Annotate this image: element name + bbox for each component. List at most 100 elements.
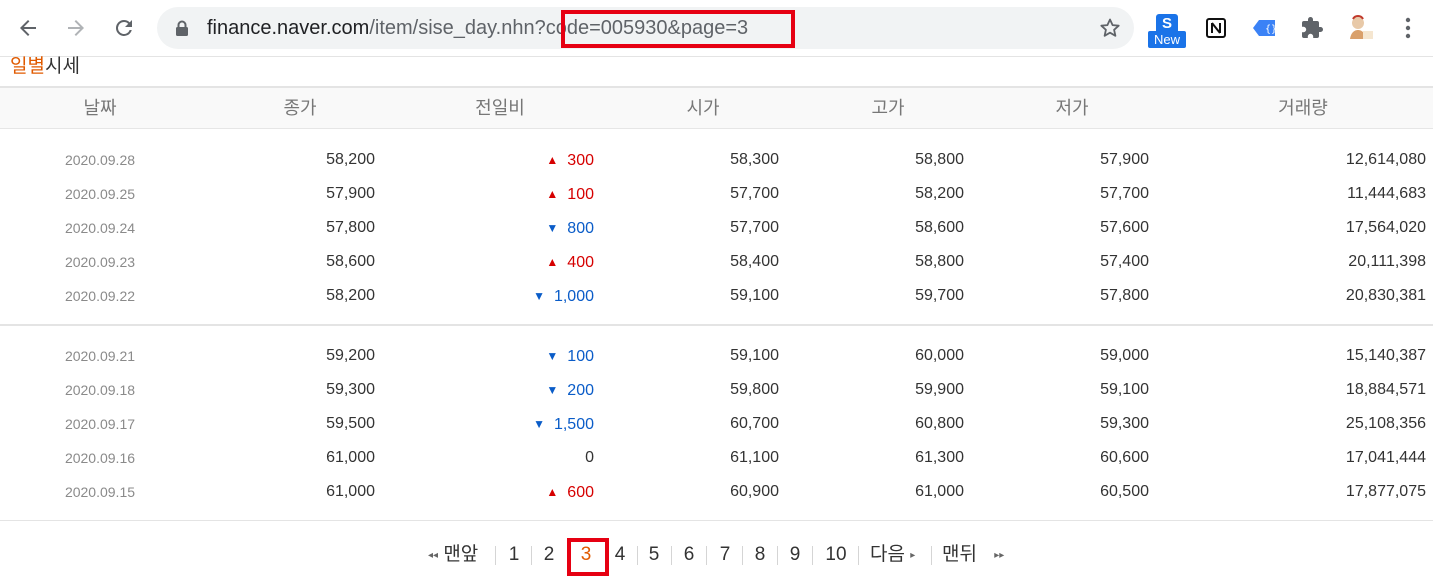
cell-open: 61,100 (730, 449, 779, 466)
cell-change: 0 (585, 441, 594, 475)
page-link-2[interactable]: 2 (538, 538, 560, 572)
row-group-divider (0, 324, 1433, 326)
cell-change: ▼ 100 (546, 339, 594, 374)
reload-button[interactable] (104, 8, 144, 48)
extension-new-badge: New (1148, 31, 1186, 48)
url-path: /item/sise_day.nhn? (369, 17, 546, 39)
cell-change-value: 600 (567, 484, 594, 501)
page-link-7[interactable]: 7 (714, 538, 736, 572)
cell-volume: 11,444,683 (1347, 185, 1426, 202)
cell-change: ▲ 600 (546, 475, 594, 510)
cell-open: 57,700 (730, 219, 779, 236)
cell-volume: 20,111,398 (1348, 253, 1426, 270)
table-row: 2020.09.15 61,000 ▲ 600 60,900 61,000 60,500 17… (0, 475, 1433, 509)
pagination-first-link[interactable]: ◂◂ 맨앞 (428, 538, 478, 572)
cell-volume: 15,140,387 (1345, 347, 1426, 364)
url-query-highlight-box (561, 10, 795, 48)
cell-open: 59,100 (730, 287, 779, 304)
pagination-last-link[interactable]: 맨뒤 ▸▸ (942, 538, 1004, 572)
cell-open: 58,300 (730, 151, 779, 168)
lock-icon (175, 20, 189, 41)
cell-change-value: 800 (567, 220, 594, 237)
cell-date: 2020.09.17 (64, 416, 136, 432)
cell-low: 59,000 (1100, 347, 1149, 364)
cell-change: ▼ 200 (546, 373, 594, 408)
header-open: 시가 (686, 98, 720, 118)
current-page-highlight-box (567, 538, 609, 576)
cell-change: ▼ 800 (546, 211, 594, 246)
bookmark-star-button[interactable] (1098, 16, 1122, 45)
table-bottom-divider (0, 520, 1433, 521)
page-link-4[interactable]: 4 (609, 538, 631, 572)
pagination-separator (706, 546, 707, 565)
extensions-button[interactable] (1296, 12, 1328, 44)
cell-date: 2020.09.23 (64, 254, 136, 270)
pagination-last-label: 맨뒤 (942, 544, 977, 565)
cell-high: 59,700 (915, 287, 964, 304)
forward-button[interactable] (56, 8, 96, 48)
up-triangle-icon: ▲ (546, 187, 559, 201)
back-button[interactable] (8, 8, 48, 48)
notion-extension-button[interactable] (1200, 12, 1232, 44)
cell-open: 58,400 (730, 253, 779, 270)
double-right-arrow-icon: ▸▸ (994, 550, 1005, 561)
cell-low: 57,600 (1100, 219, 1149, 236)
cell-volume: 17,564,020 (1345, 219, 1426, 236)
page-link-9[interactable]: 9 (784, 538, 806, 572)
page-link-10[interactable]: 10 (824, 538, 848, 572)
cell-open: 59,800 (730, 381, 779, 398)
header-low: 저가 (1055, 98, 1089, 118)
cell-high: 58,800 (915, 253, 964, 270)
cell-volume: 12,614,080 (1345, 151, 1426, 168)
pagination-separator (812, 546, 813, 565)
down-triangle-icon: ▼ (533, 417, 545, 431)
down-triangle-icon: ▼ (533, 289, 545, 303)
code-extension-button[interactable]: {} (1248, 12, 1280, 44)
page-title: 일별시세 (10, 55, 80, 79)
cell-date: 2020.09.22 (64, 288, 136, 304)
cell-low: 60,500 (1100, 483, 1149, 500)
header-date: 날짜 (83, 98, 117, 118)
cell-low: 59,100 (1100, 381, 1149, 398)
cell-low: 57,900 (1100, 151, 1149, 168)
cell-date: 2020.09.25 (64, 186, 136, 202)
cell-volume: 25,108,356 (1345, 415, 1426, 432)
cell-close: 59,200 (326, 347, 375, 364)
cell-date: 2020.09.16 (64, 450, 136, 466)
cell-volume: 18,884,571 (1345, 381, 1426, 398)
table-row: 2020.09.16 61,000 0 61,100 61,300 60,600 17,04… (0, 441, 1433, 475)
page-link-8[interactable]: 8 (749, 538, 771, 572)
cell-low: 57,400 (1100, 253, 1149, 270)
pagination-separator (777, 546, 778, 565)
reload-icon (116, 19, 132, 36)
cell-close: 57,900 (326, 185, 375, 202)
pagination-separator (742, 546, 743, 565)
profile-button[interactable] (1344, 12, 1376, 44)
table-row: 2020.09.23 58,600 ▲ 400 58,400 58,800 57,400 20… (0, 245, 1433, 279)
cell-high: 59,900 (915, 381, 964, 398)
page-link-5[interactable]: 5 (643, 538, 665, 572)
cell-volume: 17,041,444 (1345, 449, 1426, 466)
cell-change-value: 100 (567, 348, 594, 365)
pagination-separator (931, 546, 932, 565)
star-icon (1100, 18, 1120, 37)
table-row: 2020.09.18 59,300 ▼ 200 59,800 59,900 59,100 18… (0, 373, 1433, 407)
avatar-icon (1350, 15, 1373, 39)
cell-change: ▼ 1,000 (533, 279, 594, 314)
svg-text:{}: {} (1265, 24, 1277, 35)
cell-open: 60,900 (730, 483, 779, 500)
cell-date: 2020.09.15 (64, 484, 136, 500)
browser-menu-button[interactable] (1392, 12, 1424, 44)
cell-close: 61,000 (326, 449, 375, 466)
up-triangle-icon: ▲ (546, 485, 559, 499)
page-link-6[interactable]: 6 (678, 538, 700, 572)
cell-change: ▲ 400 (546, 245, 594, 280)
pagination-first-label: 맨앞 (443, 544, 479, 565)
pagination-next-link[interactable]: 다음 ▸ (870, 538, 915, 572)
extension-s-button[interactable]: S New (1148, 12, 1188, 52)
table-header: 날짜 종가 전일비 시가 고가 저가 거래량 (0, 86, 1433, 129)
up-triangle-icon: ▲ (546, 153, 559, 167)
cell-volume: 20,830,381 (1345, 287, 1426, 304)
page-link-1[interactable]: 1 (503, 538, 525, 572)
cell-change-value: 1,000 (553, 288, 594, 305)
